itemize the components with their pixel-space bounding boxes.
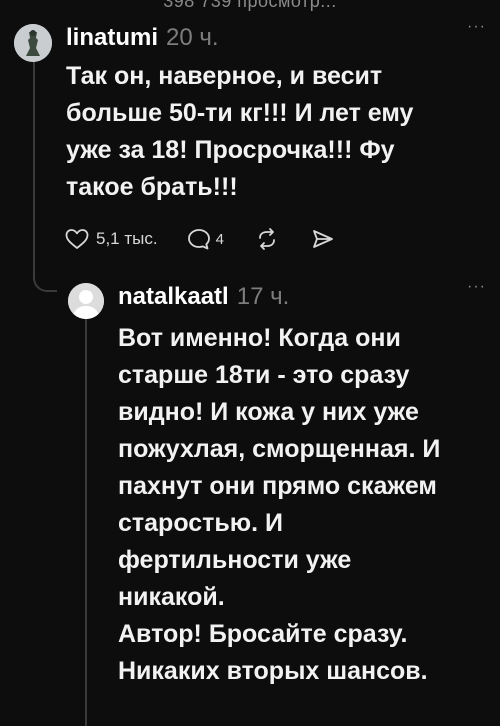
reply-thread-line bbox=[85, 318, 87, 726]
thread-line bbox=[33, 58, 35, 280]
comment-time: 20 ч. bbox=[166, 24, 219, 51]
like-button[interactable]: 5,1 тыс. bbox=[64, 227, 158, 251]
avatar[interactable] bbox=[68, 283, 104, 319]
speech-bubble-icon bbox=[186, 227, 212, 251]
comment-author[interactable]: natalkaatl 17 ч. bbox=[118, 283, 289, 311]
author-name[interactable]: linatumi bbox=[66, 24, 158, 51]
thread-connector bbox=[33, 262, 57, 292]
repost-button[interactable] bbox=[254, 227, 280, 251]
share-button[interactable] bbox=[310, 227, 336, 251]
replies-count: 4 bbox=[215, 230, 224, 248]
comment-text: Так он, наверное, и весит больше 50-ти к… bbox=[66, 62, 414, 201]
comment-text: Вот именно! Когда они старше 18ти - это … bbox=[118, 324, 441, 685]
likes-count: 5,1 тыс. bbox=[96, 229, 158, 248]
more-options-button[interactable]: ··· bbox=[467, 278, 486, 296]
views-count: 398 739 просмотр... bbox=[163, 0, 337, 11]
author-name[interactable]: natalkaatl bbox=[118, 283, 229, 310]
heart-icon bbox=[64, 227, 90, 251]
reply-button[interactable]: 4 bbox=[186, 227, 224, 251]
more-options-button[interactable]: ··· bbox=[467, 18, 486, 36]
comment-author[interactable]: linatumi 20 ч. bbox=[66, 24, 219, 52]
comment-actions: 5,1 тыс. 4 bbox=[64, 224, 336, 254]
avatar[interactable] bbox=[14, 24, 52, 62]
comment-time: 17 ч. bbox=[236, 283, 290, 310]
repost-icon bbox=[254, 227, 280, 251]
send-icon bbox=[310, 227, 336, 251]
